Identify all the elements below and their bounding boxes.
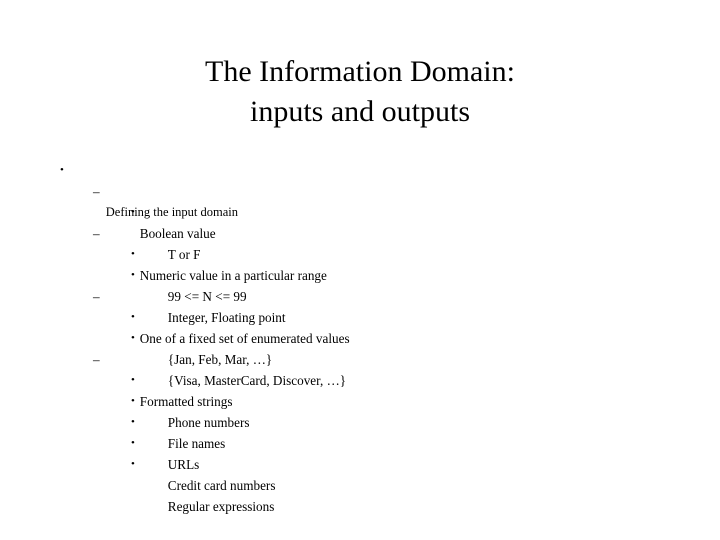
list-item: – One of a fixed set of enumerated value…: [0, 286, 720, 346]
bullet-marker-level2: –: [93, 226, 100, 241]
bullet-marker-level3: •: [131, 416, 135, 428]
bullet-marker-level3: •: [131, 206, 135, 218]
slide-body-list: • Defining the input domain – Boolean va…: [0, 160, 720, 514]
bullet-marker-level2: –: [93, 184, 100, 199]
bullet-marker-level3: •: [131, 269, 135, 281]
slide-title: The Information Domain: inputs and outpu…: [60, 52, 660, 132]
bullet-marker-level3: •: [131, 395, 135, 407]
list-item: • {Jan, Feb, Mar, …}: [0, 307, 720, 367]
list-item: • 99 <= N <= 99: [0, 244, 720, 304]
bullet-marker-level3: •: [131, 458, 135, 470]
slide-canvas: The Information Domain: inputs and outpu…: [0, 0, 720, 540]
bullet-marker-level3: •: [131, 311, 135, 323]
list-item: • File names: [0, 391, 720, 451]
bullet-marker-level2: –: [93, 352, 100, 367]
list-item: – Boolean value: [0, 181, 720, 241]
slide-title-line-2: inputs and outputs: [249, 95, 470, 128]
bullet-marker-level3: •: [131, 374, 135, 386]
list-item: • {Visa, MasterCard, Discover, …}: [0, 328, 720, 388]
bullet-marker-level3: •: [131, 437, 135, 449]
list-item-label: Credit card numbers: [167, 478, 276, 493]
list-item: • Regular expressions: [0, 454, 720, 514]
list-item: • URLs: [0, 412, 720, 472]
list-item: – Numeric value in a particular range: [0, 223, 720, 283]
bullet-marker-level3: •: [131, 248, 135, 260]
list-item: – Formatted strings: [0, 349, 720, 409]
slide-title-line-1: The Information Domain:: [205, 55, 515, 88]
bullet-marker-level2: –: [93, 289, 100, 304]
list-item: • Credit card numbers: [0, 433, 720, 493]
list-item: • Defining the input domain: [0, 160, 720, 219]
list-item-label: Regular expressions: [167, 499, 275, 514]
bullet-marker-level3: •: [131, 332, 135, 344]
list-item: • Integer, Floating point: [0, 265, 720, 325]
bullet-marker-level1: •: [60, 164, 64, 176]
list-item: • T or F: [0, 202, 720, 262]
list-item: • Phone numbers: [0, 370, 720, 430]
